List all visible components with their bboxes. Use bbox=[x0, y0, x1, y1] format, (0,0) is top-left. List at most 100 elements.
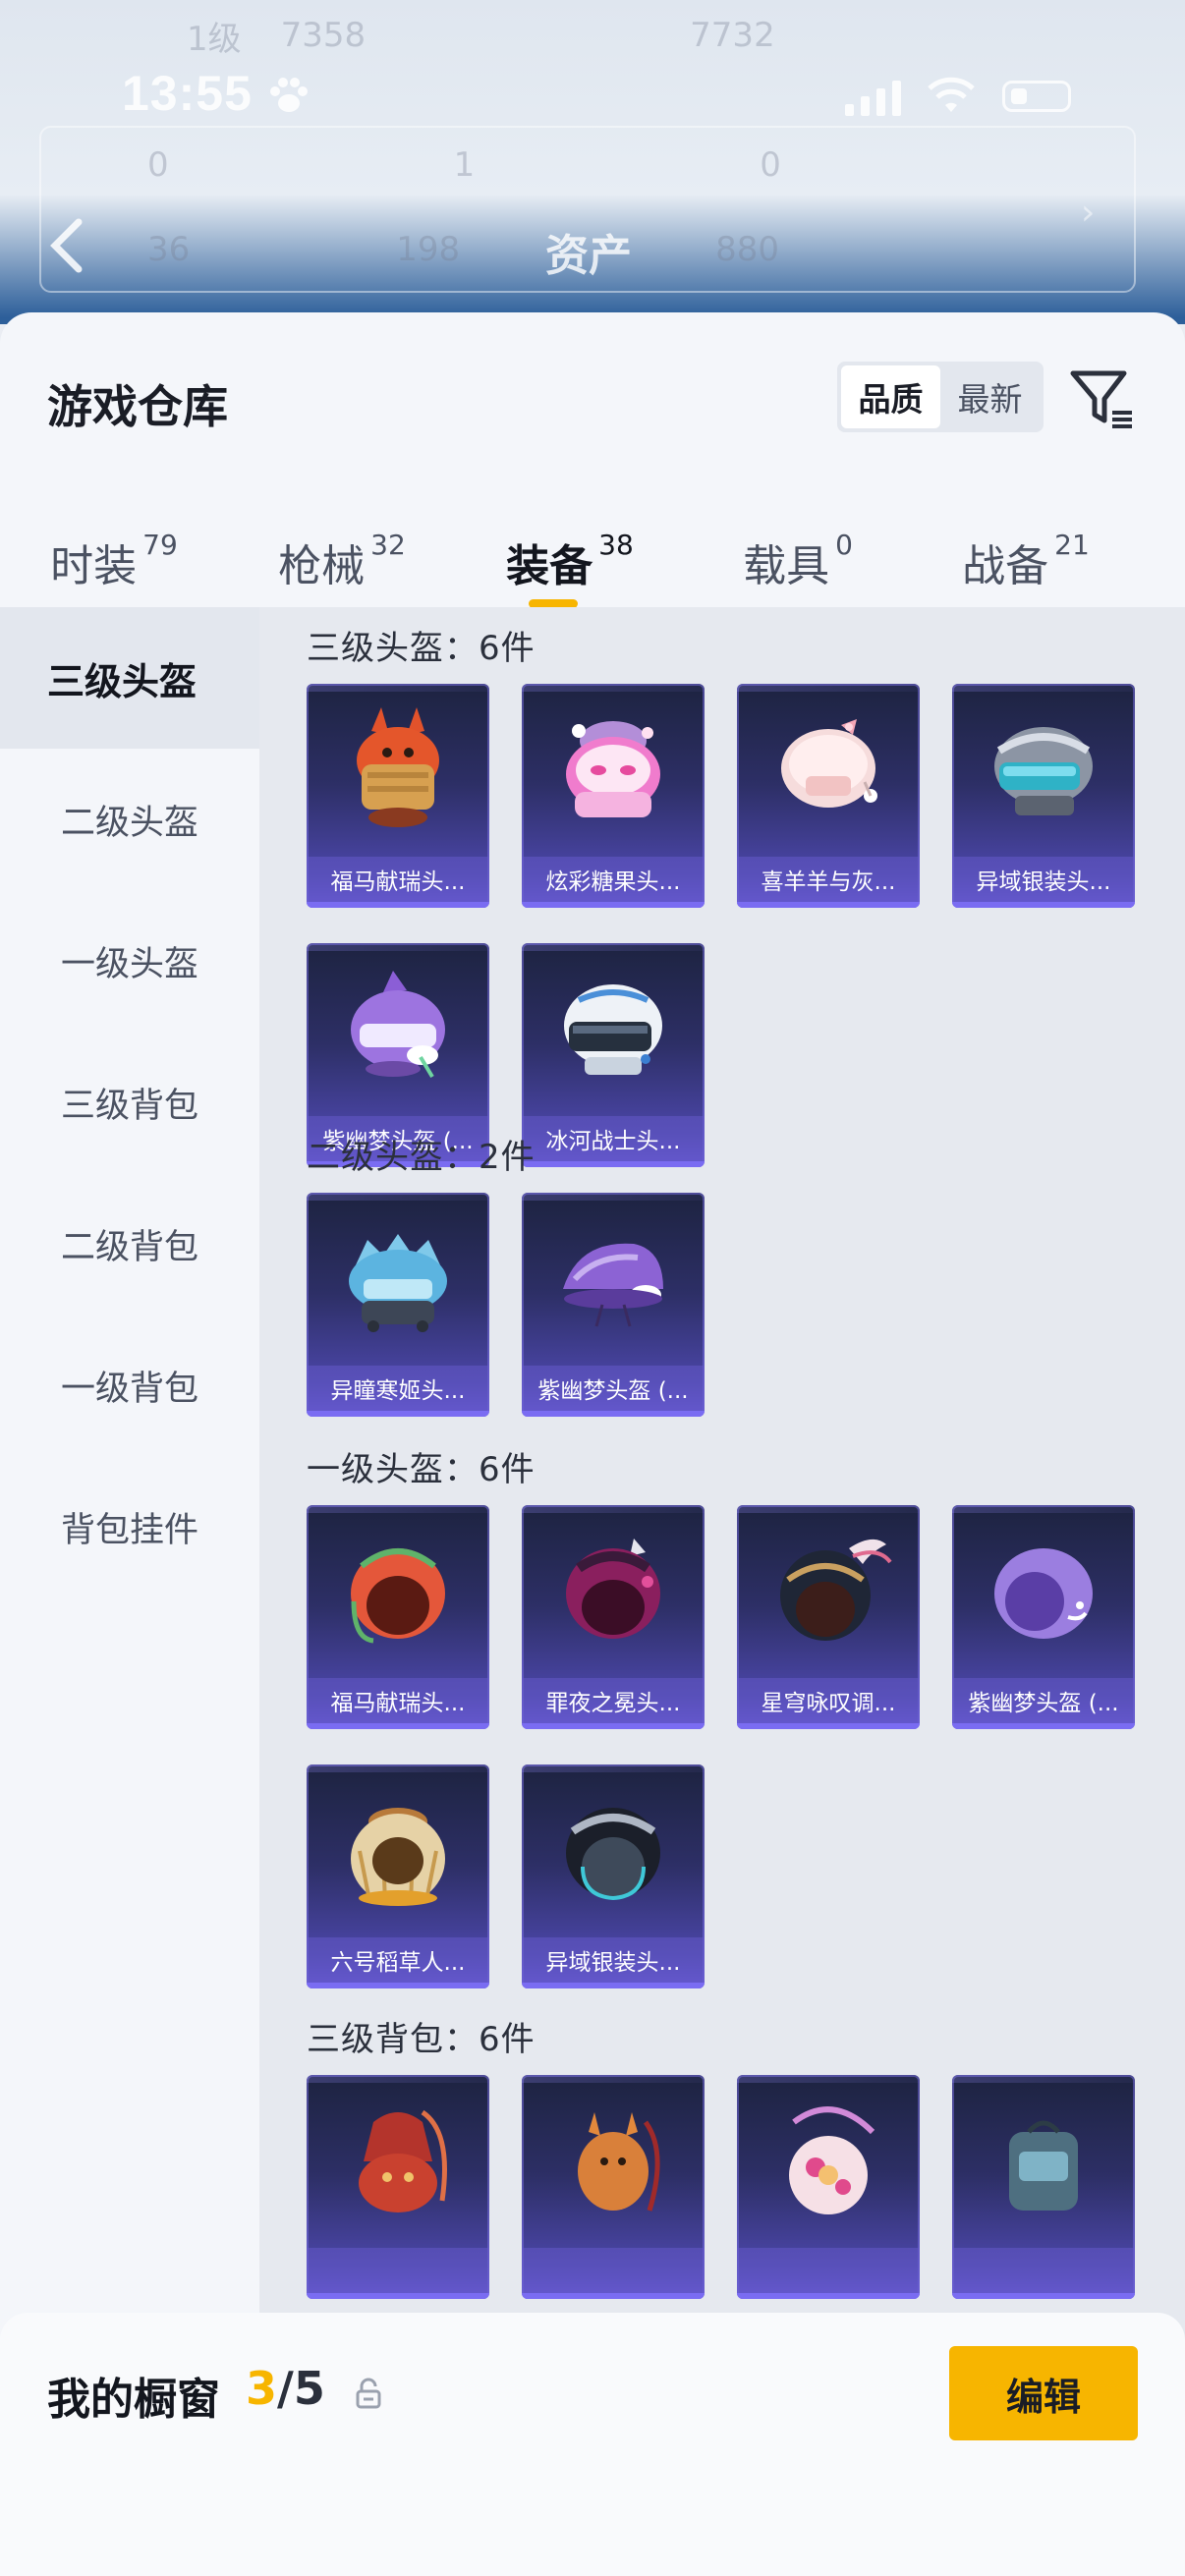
item-name: 炫彩糖果头... bbox=[522, 857, 705, 902]
ghost-value: 0 bbox=[147, 145, 169, 185]
showcase-separator: / bbox=[277, 2362, 294, 2415]
item-card[interactable]: 福马献瑞头... bbox=[307, 684, 489, 908]
item-card[interactable] bbox=[522, 2075, 705, 2299]
item-name: 紫幽梦头盔 (... bbox=[952, 1678, 1135, 1723]
tab-fashion[interactable]: 时装 79 bbox=[0, 509, 228, 617]
item-card[interactable]: 罪夜之冕头... bbox=[522, 1505, 705, 1729]
sidebar-item-level1-backpack[interactable]: 一级背包 bbox=[0, 1315, 259, 1456]
item-name bbox=[522, 2248, 705, 2293]
sidebar-item-level3-backpack[interactable]: 三级背包 bbox=[0, 1032, 259, 1173]
helmet-icon bbox=[351, 971, 445, 1079]
item-card[interactable]: 星穹咏叹调... bbox=[737, 1505, 920, 1729]
tab-count: 79 bbox=[142, 529, 178, 561]
tab-firearms[interactable]: 枪械 32 bbox=[228, 509, 456, 617]
sidebar-item-level3-helmet[interactable]: 三级头盔 bbox=[0, 607, 259, 749]
helmet-icon bbox=[994, 1548, 1093, 1639]
helmet-icon bbox=[357, 707, 439, 827]
item-card[interactable] bbox=[737, 2075, 920, 2299]
ghost-level: 1级 bbox=[187, 19, 242, 59]
item-name bbox=[307, 2248, 489, 2293]
item-list: 三级头盔：6件 福马献瑞头... 炫彩糖果头... 喜羊羊与灰... 异域银装头… bbox=[259, 607, 1185, 2576]
section-level2-helmet: 二级头盔：2件 异瞳寒姬头... 紫幽梦头盔 (... bbox=[307, 1134, 1152, 1417]
backpack-icon bbox=[789, 2106, 875, 2214]
showcase-label: 我的橱窗 bbox=[47, 2375, 220, 2425]
helmet-icon bbox=[563, 1243, 663, 1327]
tab-count: 0 bbox=[835, 529, 853, 561]
ghost-value: 7732 bbox=[690, 16, 775, 55]
item-card[interactable]: 喜羊羊与灰... bbox=[737, 684, 920, 908]
item-card[interactable]: 异瞳寒姬头... bbox=[307, 1193, 489, 1417]
tab-equipment[interactable]: 装备 38 bbox=[456, 509, 684, 617]
helmet-icon bbox=[564, 984, 662, 1075]
showcase-max: 5 bbox=[293, 2362, 325, 2415]
ghost-row-1: 1级 7358 7732 bbox=[39, 6, 1146, 65]
category-sidebar: 三级头盔 二级头盔 一级头盔 三级背包 二级背包 一级背包 背包挂件 bbox=[0, 607, 259, 2576]
sort-toggle: 品质 最新 bbox=[837, 362, 1044, 432]
item-card[interactable]: 福马献瑞头... bbox=[307, 1505, 489, 1729]
category-tabs: 时装 79 枪械 32 装备 38 载具 0 战备 21 bbox=[0, 509, 1185, 617]
item-card[interactable]: 六号稻草人... bbox=[307, 1764, 489, 1988]
item-name bbox=[737, 2248, 920, 2293]
item-card[interactable]: 异域银装头... bbox=[952, 684, 1135, 908]
section-heading: 三级头盔：6件 bbox=[307, 629, 536, 668]
sidebar-item-level2-helmet[interactable]: 二级头盔 bbox=[0, 749, 259, 890]
item-card[interactable]: 炫彩糖果头... bbox=[522, 684, 705, 908]
sidebar-item-level1-helmet[interactable]: 一级头盔 bbox=[0, 890, 259, 1032]
background-header: 1级 7358 7732 13:55 0 1 0 36 198 880 资产 › bbox=[0, 0, 1185, 324]
backpack-icon bbox=[578, 2112, 660, 2212]
sidebar-item-backpack-charm[interactable]: 背包挂件 bbox=[0, 1456, 259, 1597]
item-name: 罪夜之冕头... bbox=[522, 1678, 705, 1723]
backpack-icon bbox=[1009, 2120, 1078, 2211]
helmet-icon bbox=[566, 721, 660, 817]
edit-button[interactable]: 编辑 bbox=[949, 2346, 1138, 2440]
background-title: 资产 bbox=[545, 231, 632, 281]
helmet-icon bbox=[566, 1808, 660, 1901]
wifi-icon bbox=[928, 77, 975, 112]
showcase-count: 3/5 bbox=[246, 2362, 325, 2415]
filter-icon[interactable] bbox=[1067, 364, 1136, 432]
tab-label: 装备 bbox=[506, 541, 593, 591]
chevron-right-icon: › bbox=[1081, 193, 1096, 233]
tab-count: 38 bbox=[598, 529, 634, 561]
ghost-value: 880 bbox=[715, 230, 780, 269]
helmet-icon bbox=[351, 1548, 445, 1644]
item-name: 六号稻草人... bbox=[307, 1937, 489, 1983]
item-name bbox=[952, 2248, 1135, 2293]
item-name: 星穹咏叹调... bbox=[737, 1678, 920, 1723]
item-card[interactable]: 紫幽梦头盔 (... bbox=[522, 1193, 705, 1417]
section-level1-helmet: 一级头盔：6件 福马献瑞头... 罪夜之冕头... 星穹咏叹调... 紫幽梦头盔… bbox=[307, 1446, 1152, 1988]
tab-count: 32 bbox=[370, 529, 406, 561]
section-heading: 三级背包：6件 bbox=[307, 2020, 536, 2059]
item-card[interactable]: 异域银装头... bbox=[522, 1764, 705, 1988]
warehouse-sheet: 游戏仓库 品质 最新 时装 79 枪械 32 装备 38 载具 0 战备 21 bbox=[0, 312, 1185, 2576]
showcase-current: 3 bbox=[246, 2362, 278, 2415]
item-name: 异域银装头... bbox=[952, 857, 1135, 902]
section-level3-helmet: 三级头盔：6件 福马献瑞头... 炫彩糖果头... 喜羊羊与灰... 异域银装头… bbox=[307, 625, 1152, 1167]
item-name: 异域银装头... bbox=[522, 1937, 705, 1983]
item-card[interactable]: 紫幽梦头盔 (... bbox=[952, 1505, 1135, 1729]
sort-option-quality[interactable]: 品质 bbox=[841, 365, 940, 428]
battery-icon bbox=[1002, 81, 1071, 112]
sidebar-item-level2-backpack[interactable]: 二级背包 bbox=[0, 1173, 259, 1315]
backpack-icon bbox=[359, 2109, 447, 2212]
item-card[interactable] bbox=[952, 2075, 1135, 2299]
helmet-icon bbox=[781, 719, 877, 808]
helmet-icon bbox=[780, 1539, 892, 1641]
lock-icon bbox=[356, 2378, 381, 2409]
tab-count: 21 bbox=[1054, 529, 1090, 561]
tab-supplies[interactable]: 战备 21 bbox=[912, 509, 1140, 617]
item-name: 异瞳寒姬头... bbox=[307, 1366, 489, 1411]
item-name: 喜羊羊与灰... bbox=[737, 857, 920, 902]
tab-vehicles[interactable]: 载具 0 bbox=[684, 509, 912, 617]
tab-label: 时装 bbox=[50, 541, 138, 591]
item-name: 福马献瑞头... bbox=[307, 1678, 489, 1723]
ghost-value: 0 bbox=[760, 145, 781, 185]
helmet-icon bbox=[349, 1234, 447, 1332]
ghost-value: 36 bbox=[147, 230, 191, 269]
section-level3-backpack: 三级背包：6件 bbox=[307, 2016, 1152, 2299]
sort-option-newest[interactable]: 最新 bbox=[940, 365, 1040, 428]
item-card[interactable] bbox=[307, 2075, 489, 2299]
helmet-icon bbox=[566, 1539, 660, 1639]
tab-label: 枪械 bbox=[278, 541, 366, 591]
section-heading: 二级头盔：2件 bbox=[307, 1138, 536, 1177]
